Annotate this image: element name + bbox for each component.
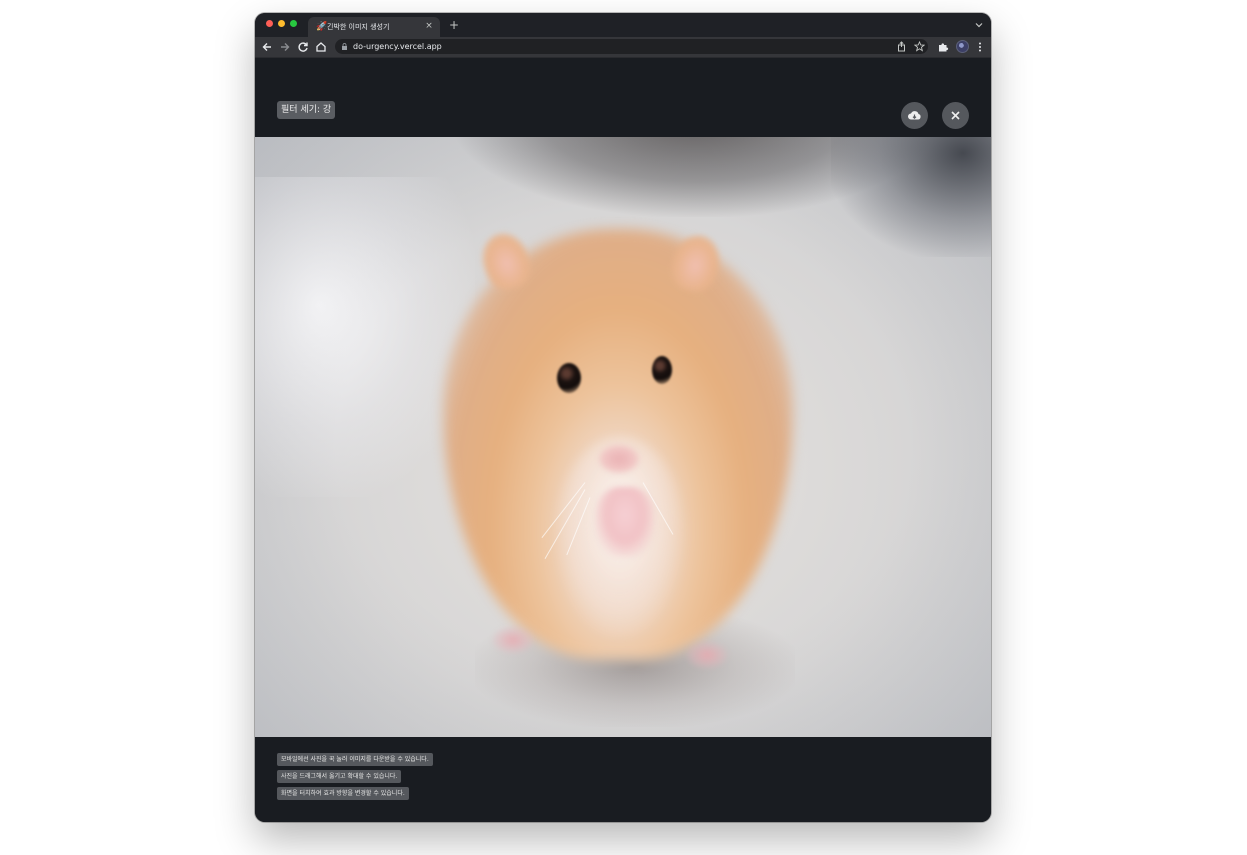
window-close-button[interactable] — [266, 20, 273, 27]
tab-active[interactable]: 🚀 긴박한 이미지 생성기 × — [308, 17, 440, 37]
chevron-down-icon[interactable] — [973, 19, 985, 31]
hint-drag-zoom: 사진을 드래그해서 옮기고 확대할 수 있습니다. — [277, 770, 402, 783]
filter-strength-badge[interactable]: 필터 세기: 강 — [277, 101, 336, 119]
window-maximize-button[interactable] — [290, 20, 297, 27]
browser-window: 🚀 긴박한 이미지 생성기 × + do-urgency.vercel.app … — [255, 13, 991, 822]
tab-title: 긴박한 이미지 생성기 — [327, 23, 390, 31]
rocket-icon: 🚀 — [316, 22, 328, 32]
bookmark-star-icon[interactable] — [914, 41, 925, 52]
hint-mobile-download: 모바일에선 사진을 꾹 눌러 이미지를 다운받을 수 있습니다. — [277, 753, 433, 766]
back-arrow-icon[interactable] — [260, 40, 274, 54]
cloud-download-icon — [908, 111, 921, 120]
download-button[interactable] — [901, 102, 928, 129]
close-icon — [951, 111, 960, 120]
profile-avatar[interactable] — [956, 40, 969, 53]
hamster-photo[interactable] — [255, 137, 991, 737]
address-bar[interactable]: do-urgency.vercel.app — [335, 39, 928, 54]
page-content: 필터 세기: 강 모바일에선 사진을 꾹 눌러 이미지를 다운받을 수 있습니다… — [255, 58, 991, 822]
more-menu-icon[interactable] — [973, 40, 987, 54]
reload-icon[interactable] — [296, 40, 310, 54]
forward-arrow-icon[interactable] — [278, 40, 292, 54]
extensions-puzzle-icon[interactable] — [936, 40, 950, 54]
usage-hints: 모바일에선 사진을 꾹 눌러 이미지를 다운받을 수 있습니다. 사진을 드래그… — [277, 753, 433, 804]
hint-touch-direction: 화면을 터치하여 효과 방향을 변경할 수 있습니다. — [277, 787, 409, 800]
photo-vignette — [255, 137, 991, 737]
new-tab-button[interactable]: + — [447, 18, 461, 32]
window-minimize-button[interactable] — [278, 20, 285, 27]
url-text: do-urgency.vercel.app — [353, 42, 442, 51]
tab-strip: 🚀 긴박한 이미지 생성기 × + — [255, 13, 991, 37]
close-button[interactable] — [942, 102, 969, 129]
home-icon[interactable] — [314, 40, 328, 54]
share-icon[interactable] — [896, 41, 907, 52]
lock-icon[interactable] — [341, 43, 348, 50]
browser-toolbar: do-urgency.vercel.app — [255, 37, 991, 58]
tab-close-icon[interactable]: × — [423, 20, 435, 32]
